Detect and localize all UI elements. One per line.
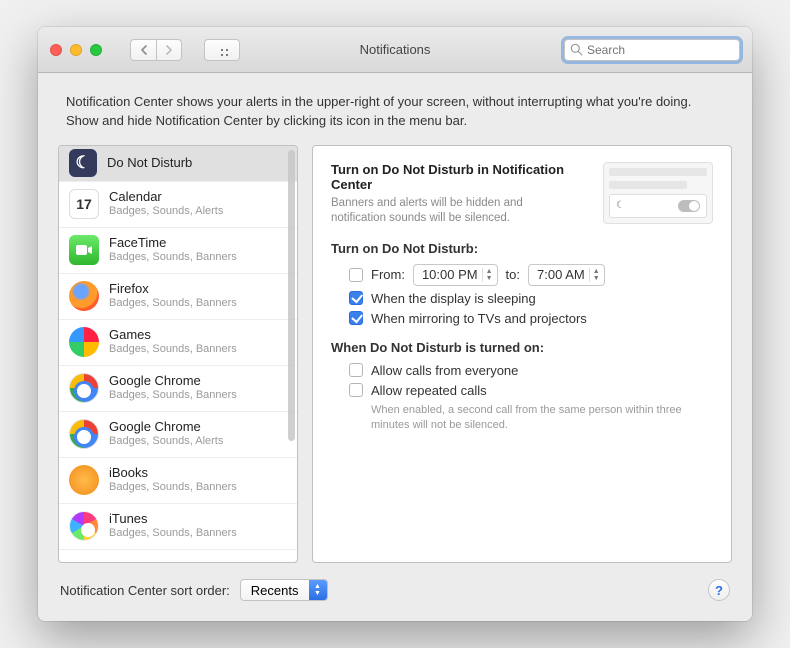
app-name-label: Calendar [109,190,223,205]
display-sleeping-label: When the display is sleeping [371,291,536,306]
sort-order-popup[interactable]: Recents ▲▼ [240,579,328,601]
app-row-games[interactable]: GamesBadges, Sounds, Banners [59,320,297,366]
detail-subtitle: Banners and alerts will be hidden and no… [331,196,561,227]
from-time-field[interactable]: 10:00 PM ▲▼ [413,264,498,286]
app-row-google-chrome[interactable]: Google ChromeBadges, Sounds, Banners [59,366,297,412]
app-name-label: iTunes [109,512,237,527]
app-name-label: FaceTime [109,236,237,251]
mirroring-checkbox[interactable] [349,311,363,325]
gc-icon [69,373,99,403]
popup-arrows-icon: ▲▼ [309,580,327,600]
app-row-facetime[interactable]: FaceTimeBadges, Sounds, Banners [59,228,297,274]
sort-order-value: Recents [241,583,309,598]
stepper-up-icon[interactable]: ▲ [486,268,493,275]
window-controls [50,44,102,56]
scrollbar[interactable] [288,150,295,441]
app-list-column: ☾Do Not Disturb 17CalendarBadges, Sounds… [58,145,298,563]
titlebar: Notifications [38,27,752,73]
sleep-row: When the display is sleeping [349,291,713,306]
turn-on-header: Turn on Do Not Disturb: [331,241,713,256]
allow-everyone-row: Allow calls from everyone [349,363,713,378]
help-button[interactable]: ? [708,579,730,601]
sort-order-label: Notification Center sort order: [60,583,230,598]
moon-icon: ☾ [616,200,625,211]
app-name-label: Games [109,328,237,343]
detail-title: Turn on Do Not Disturb in Notification C… [331,162,591,192]
dnd-icon: ☾ [69,149,97,177]
grid-icon [215,44,229,56]
gc-icon [69,419,99,449]
app-sub-label: Badges, Sounds, Banners [109,297,237,310]
app-sub-label: Badges, Sounds, Alerts [109,435,223,448]
app-sub-label: Badges, Sounds, Banners [109,481,237,494]
from-time-value: 10:00 PM [422,267,478,282]
app-sub-label: Badges, Sounds, Banners [109,389,237,402]
display-sleeping-checkbox[interactable] [349,291,363,305]
chevron-right-icon [165,45,173,55]
chevron-left-icon [140,45,148,55]
app-row-google-chrome[interactable]: Google ChromeBadges, Sounds, Alerts [59,412,297,458]
allow-repeated-checkbox[interactable] [349,383,363,397]
close-button[interactable] [50,44,62,56]
stepper-down-icon[interactable]: ▼ [486,275,493,282]
detail-pane: Turn on Do Not Disturb in Notification C… [312,145,732,563]
ib-icon [69,465,99,495]
search-input[interactable] [564,39,740,61]
cal-icon: 17 [69,189,99,219]
mirroring-label: When mirroring to TVs and projectors [371,311,587,326]
app-name-label: Google Chrome [109,374,237,389]
when-on-header: When Do Not Disturb is turned on: [331,340,713,355]
app-name-label: Do Not Disturb [107,156,192,171]
from-label: From: [371,267,405,282]
notification-center-preview: ☾ [603,162,713,224]
toggle-icon [678,200,700,212]
app-sub-label: Badges, Sounds, Alerts [109,205,223,218]
minimize-button[interactable] [70,44,82,56]
repeated-calls-help: When enabled, a second call from the sam… [371,403,713,433]
preferences-window: Notifications Notification Center shows … [38,27,752,621]
search-icon [570,43,583,56]
it-icon [69,511,99,541]
footer: Notification Center sort order: Recents … [38,563,752,621]
back-button[interactable] [130,39,156,61]
allow-repeated-label: Allow repeated calls [371,383,487,398]
schedule-checkbox[interactable] [349,268,363,282]
ft-icon [69,235,99,265]
show-all-button[interactable] [204,39,240,61]
app-row-calendar[interactable]: 17 CalendarBadges, Sounds, Alerts [59,182,297,228]
forward-button[interactable] [156,39,182,61]
gm-icon [69,327,99,357]
allow-repeated-row: Allow repeated calls [349,383,713,398]
to-time-field[interactable]: 7:00 AM ▲▼ [528,264,605,286]
app-name-label: Firefox [109,282,237,297]
app-sub-label: Badges, Sounds, Banners [109,251,237,264]
app-name-label: Google Chrome [109,420,223,435]
allow-everyone-checkbox[interactable] [349,363,363,377]
search-field-wrap [564,39,740,61]
app-sub-label: Badges, Sounds, Banners [109,343,237,356]
zoom-button[interactable] [90,44,102,56]
app-list[interactable]: ☾Do Not Disturb 17CalendarBadges, Sounds… [58,145,298,563]
allow-everyone-label: Allow calls from everyone [371,363,518,378]
mirror-row: When mirroring to TVs and projectors [349,311,713,326]
nav-buttons [130,39,182,61]
intro-text: Notification Center shows your alerts in… [38,73,752,145]
content-area: ☾Do Not Disturb 17CalendarBadges, Sounds… [38,145,752,563]
ff-icon [69,281,99,311]
app-row-itunes[interactable]: iTunesBadges, Sounds, Banners [59,504,297,550]
app-row-firefox[interactable]: FirefoxBadges, Sounds, Banners [59,274,297,320]
schedule-row: From: 10:00 PM ▲▼ to: 7:00 AM ▲▼ [349,264,713,286]
to-time-value: 7:00 AM [537,267,585,282]
stepper-down-icon[interactable]: ▼ [593,275,600,282]
stepper-up-icon[interactable]: ▲ [593,268,600,275]
app-row-do-not-disturb[interactable]: ☾ Do Not Disturb [59,146,297,182]
to-label: to: [506,267,520,282]
app-row-ibooks[interactable]: iBooksBadges, Sounds, Banners [59,458,297,504]
app-sub-label: Badges, Sounds, Banners [109,527,237,540]
app-name-label: iBooks [109,466,237,481]
